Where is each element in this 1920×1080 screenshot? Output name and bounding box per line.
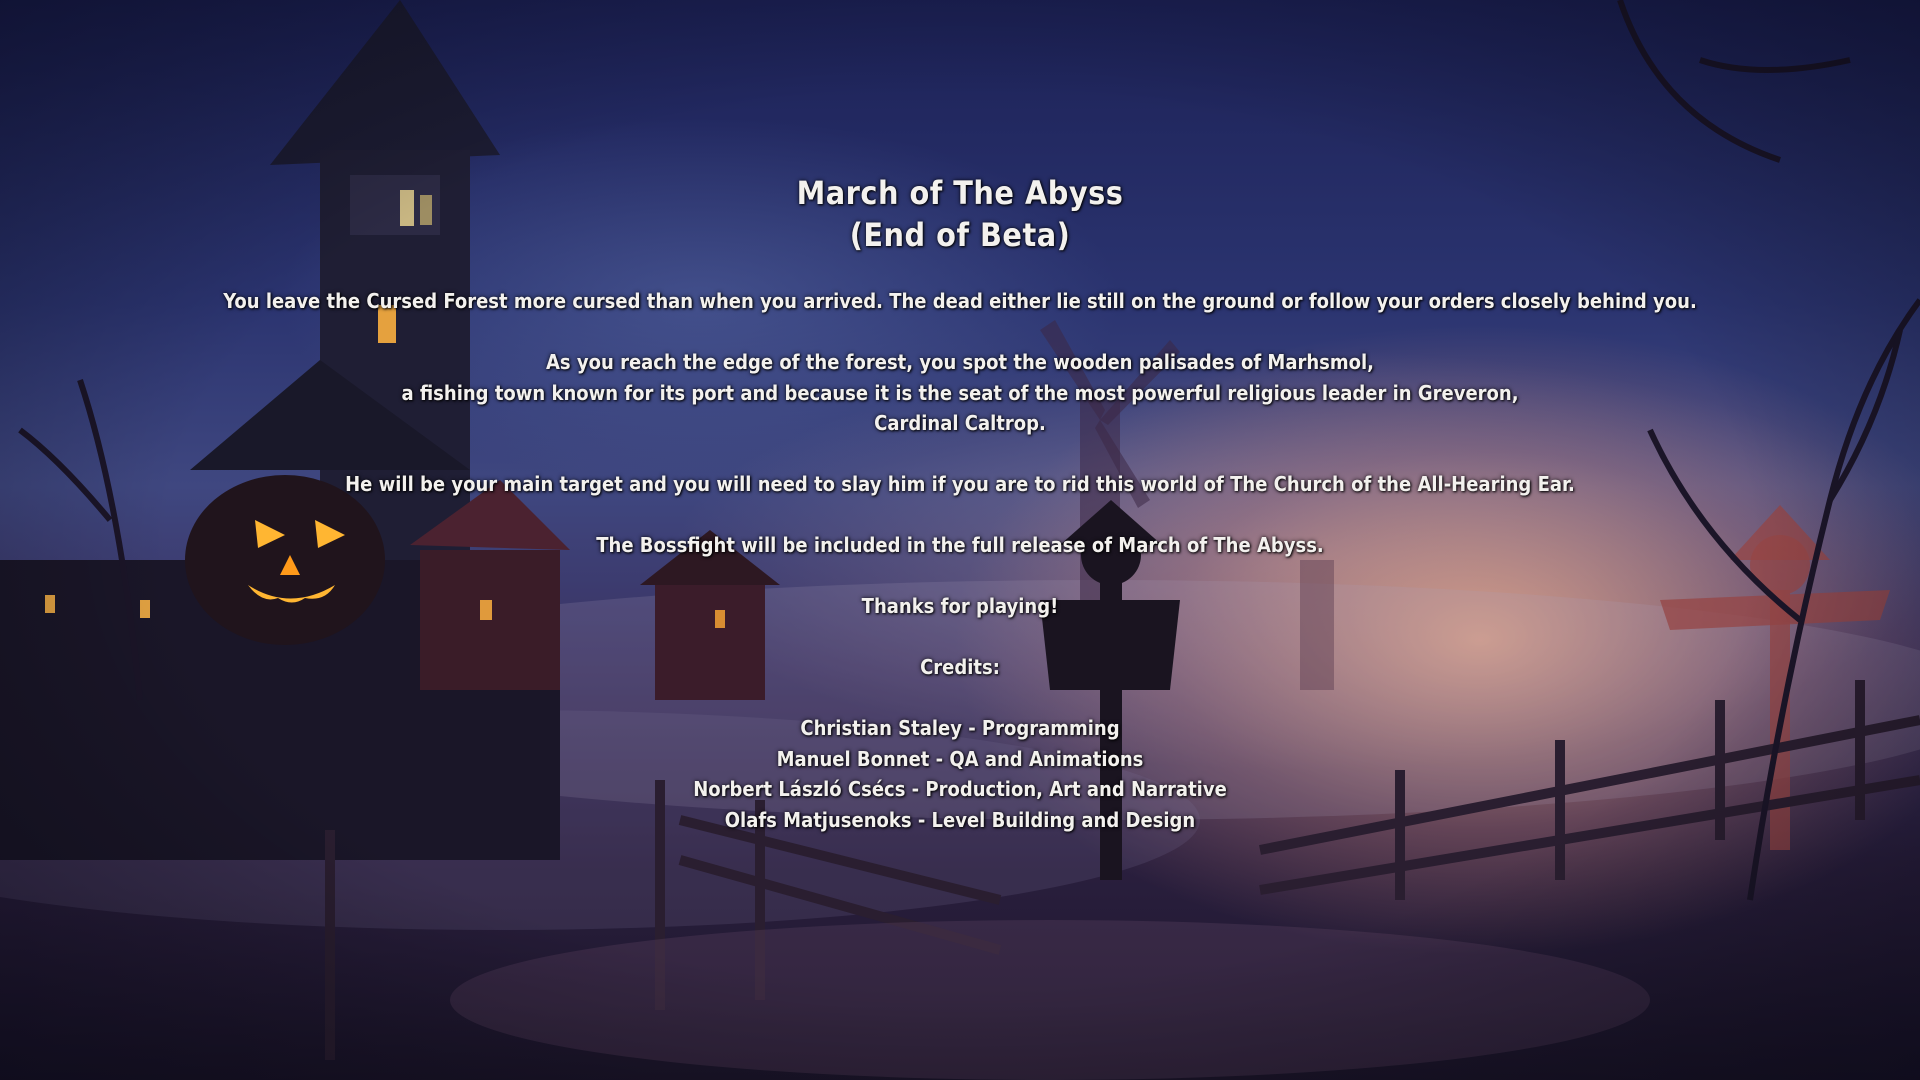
- credit-entry: Olafs Matjusenoks - Level Building and D…: [724, 807, 1196, 832]
- end-of-beta-text: March of The Abyss (End of Beta) You lea…: [0, 172, 1920, 835]
- game-title: March of The Abyss: [796, 174, 1124, 212]
- story-paragraph-2-line-3: Cardinal Caltrop.: [874, 411, 1046, 435]
- story-paragraph-3: He will be your main target and you will…: [345, 472, 1575, 496]
- game-subtitle: (End of Beta): [849, 216, 1071, 254]
- credit-entry: Christian Staley - Programming: [800, 716, 1120, 740]
- credits-heading: Credits:: [920, 655, 1000, 679]
- story-paragraph-1: You leave the Cursed Forest more cursed …: [223, 289, 1697, 313]
- thanks-message: Thanks for playing!: [861, 594, 1059, 618]
- end-of-beta-screen: March of The Abyss (End of Beta) You lea…: [0, 0, 1920, 1080]
- story-paragraph-2-line-2: a fishing town known for its port and be…: [401, 380, 1519, 405]
- story-paragraph-2-line-1: As you reach the edge of the forest, you…: [546, 350, 1374, 374]
- story-paragraph-4: The Bossfight will be included in the fu…: [596, 533, 1324, 557]
- credit-entry: Norbert László Csécs - Production, Art a…: [693, 777, 1227, 801]
- credit-entry: Manuel Bonnet - QA and Animations: [776, 746, 1144, 771]
